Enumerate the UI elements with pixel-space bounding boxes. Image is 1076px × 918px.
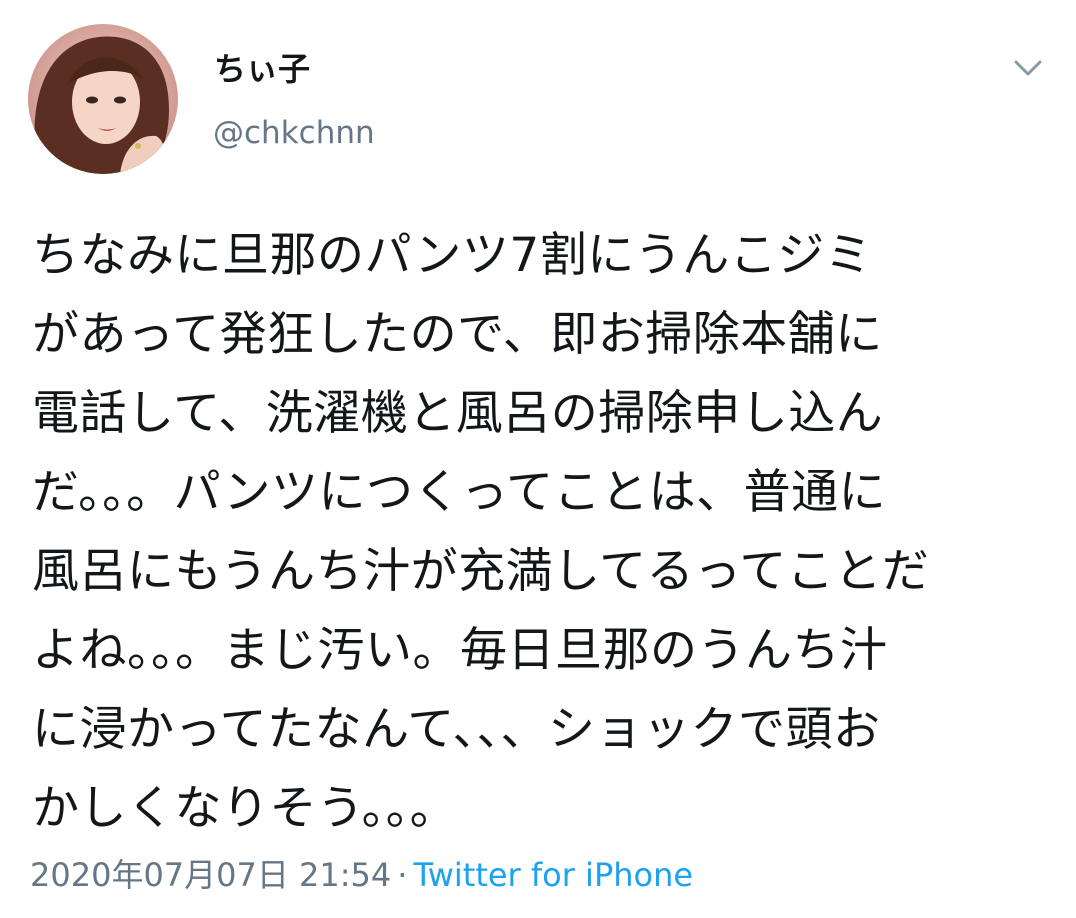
user-handle[interactable]: @chkchnn: [213, 115, 375, 151]
meta-separator: ·: [397, 856, 408, 894]
chevron-down-icon[interactable]: [1008, 48, 1048, 88]
profile-photo-icon: [28, 24, 178, 174]
tweet-meta: 2020年07月07日 21:54 · Twitter for iPhone: [30, 850, 693, 896]
tweet-text: ちなみに旦那のパンツ7割にうんこジミ があって発狂したので、即お掃除本舗に 電話…: [32, 228, 930, 836]
tweet-card: ちぃ子 @chkchnn ちなみに旦那のパンツ7割にうんこジミ があって発狂した…: [0, 0, 1076, 918]
tweet-timestamp[interactable]: 2020年07月07日 21:54: [30, 856, 391, 894]
display-name[interactable]: ちぃ子: [214, 44, 310, 90]
tweet-source-link[interactable]: Twitter for iPhone: [413, 856, 693, 894]
user-avatar[interactable]: [28, 24, 178, 174]
